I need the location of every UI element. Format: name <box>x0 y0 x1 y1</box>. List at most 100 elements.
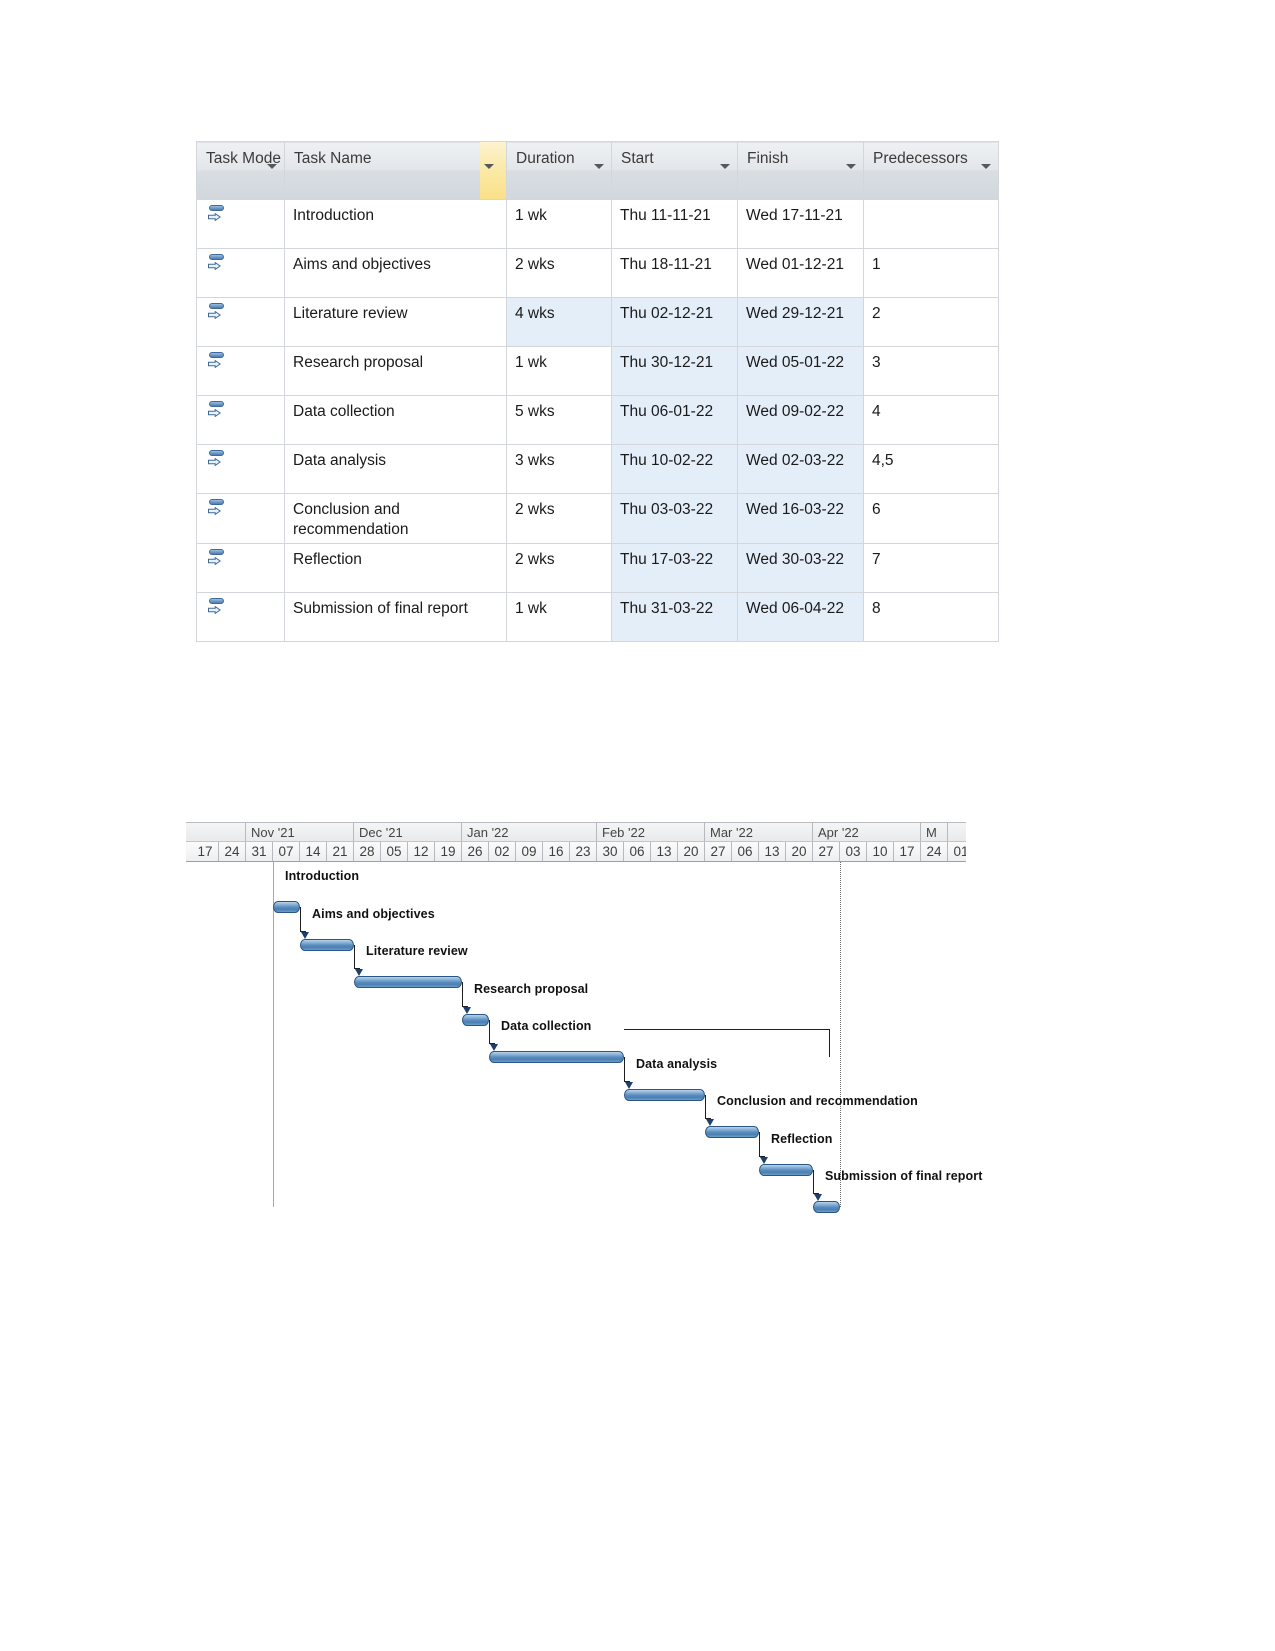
gantt-bar[interactable] <box>354 976 462 988</box>
cell-duration[interactable]: 2 wks <box>506 543 612 593</box>
chevron-down-icon[interactable] <box>594 164 604 169</box>
cell-duration[interactable]: 2 wks <box>506 493 612 544</box>
chevron-down-icon[interactable] <box>981 164 991 169</box>
table-row[interactable]: Data analysis 3 wks Thu 10-02-22 Wed 02-03-… <box>196 444 999 494</box>
cell-start[interactable]: Thu 30-12-21 <box>611 346 738 396</box>
cell-finish[interactable]: Wed 16-03-22 <box>737 493 864 544</box>
cell-finish[interactable]: Wed 17-11-21 <box>737 199 864 249</box>
cell-finish[interactable]: Wed 30-03-22 <box>737 543 864 593</box>
cell-predecessors[interactable] <box>863 199 999 249</box>
cell-start-text: Thu 18-11-21 <box>620 256 712 273</box>
cell-task-mode[interactable] <box>196 248 285 298</box>
table-row[interactable]: Reflection 2 wks Thu 17-03-22 Wed 30-03-22 7 <box>196 543 999 593</box>
cell-duration[interactable]: 4 wks <box>506 297 612 347</box>
cell-predecessors[interactable]: 4 <box>863 395 999 445</box>
cell-task-name[interactable]: Aims and objectives <box>284 248 507 298</box>
column-header-duration[interactable]: Duration <box>506 141 612 200</box>
cell-duration[interactable]: 3 wks <box>506 444 612 494</box>
table-row[interactable]: Literature review 4 wks Thu 02-12-21 Wed 29… <box>196 297 999 347</box>
gantt-bar[interactable] <box>462 1013 489 1026</box>
table-row[interactable]: Aims and objectives 2 wks Thu 18-11-21 Wed … <box>196 248 999 298</box>
cell-start-text: Thu 31-03-22 <box>620 600 714 617</box>
cell-task-name[interactable]: Conclusion and recommendation <box>284 493 507 544</box>
cell-task-mode[interactable] <box>196 395 285 445</box>
cell-predecessors[interactable]: 6 <box>863 493 999 544</box>
cell-task-mode[interactable] <box>196 199 285 249</box>
timeline-week-cell: 14 <box>300 842 327 861</box>
cell-start[interactable]: Thu 06-01-22 <box>611 395 738 445</box>
cell-task-mode[interactable] <box>196 346 285 396</box>
cell-finish[interactable]: Wed 02-03-22 <box>737 444 864 494</box>
cell-task-name[interactable]: Research proposal <box>284 346 507 396</box>
chevron-down-icon[interactable] <box>720 164 730 169</box>
column-header-task-mode[interactable]: Task Mode <box>196 141 285 200</box>
dependency-link <box>462 982 463 1006</box>
cell-task-name-text: Introduction <box>293 207 374 224</box>
cell-finish[interactable]: Wed 05-01-22 <box>737 346 864 396</box>
cell-predecessors[interactable]: 7 <box>863 543 999 593</box>
cell-predecessors[interactable]: 4,5 <box>863 444 999 494</box>
cell-predecessors-text: 2 <box>872 305 881 322</box>
gantt-bar-label: Aims and objectives <box>312 906 435 921</box>
timeline-week-cell: 24 <box>219 842 246 861</box>
cell-predecessors[interactable]: 3 <box>863 346 999 396</box>
cell-start[interactable]: Thu 18-11-21 <box>611 248 738 298</box>
column-header-predecessors[interactable]: Predecessors <box>863 141 999 200</box>
cell-task-mode[interactable] <box>196 592 285 642</box>
column-header-start[interactable]: Start <box>611 141 738 200</box>
gantt-bar[interactable] <box>300 938 354 951</box>
chevron-down-icon[interactable] <box>267 164 277 169</box>
cell-duration[interactable]: 2 wks <box>506 248 612 298</box>
cell-task-name[interactable]: Reflection <box>284 543 507 593</box>
cell-start[interactable]: Thu 11-11-21 <box>611 199 738 249</box>
cell-task-mode[interactable] <box>196 297 285 347</box>
gantt-bar[interactable] <box>705 1126 759 1138</box>
cell-predecessors[interactable]: 1 <box>863 248 999 298</box>
cell-task-mode[interactable] <box>196 543 285 593</box>
cell-duration[interactable]: 1 wk <box>506 199 612 249</box>
chevron-down-icon[interactable] <box>484 164 494 169</box>
cell-task-name[interactable]: Data collection <box>284 395 507 445</box>
gantt-bar[interactable] <box>489 1051 624 1063</box>
cell-start[interactable]: Thu 03-03-22 <box>611 493 738 544</box>
cell-finish[interactable]: Wed 09-02-22 <box>737 395 864 445</box>
cell-start[interactable]: Thu 02-12-21 <box>611 297 738 347</box>
gantt-bar[interactable] <box>273 901 300 913</box>
cell-duration[interactable]: 5 wks <box>506 395 612 445</box>
cell-start[interactable]: Thu 17-03-22 <box>611 543 738 593</box>
table-row[interactable]: Introduction 1 wk Thu 11-11-21 Wed 17-11-21 <box>196 199 999 249</box>
cell-task-mode[interactable] <box>196 493 285 544</box>
cell-finish-text: Wed 29-12-21 <box>746 305 844 322</box>
cell-finish[interactable]: Wed 29-12-21 <box>737 297 864 347</box>
gantt-bar-label: Introduction <box>285 869 360 883</box>
gantt-bar[interactable] <box>624 1088 705 1101</box>
cell-task-mode[interactable] <box>196 444 285 494</box>
cell-predecessors[interactable]: 8 <box>863 592 999 642</box>
cell-finish[interactable]: Wed 01-12-21 <box>737 248 864 298</box>
gantt-bar[interactable] <box>759 1163 813 1176</box>
cell-predecessors[interactable]: 2 <box>863 297 999 347</box>
cell-finish[interactable]: Wed 06-04-22 <box>737 592 864 642</box>
cell-duration[interactable]: 1 wk <box>506 346 612 396</box>
cell-start-text: Thu 03-03-22 <box>620 501 714 518</box>
column-header-task-name[interactable]: Task Name <box>284 141 507 200</box>
cell-finish-text: Wed 02-03-22 <box>746 452 844 469</box>
cell-duration-text: 5 wks <box>515 403 555 420</box>
cell-task-name[interactable]: Data analysis <box>284 444 507 494</box>
table-row[interactable]: Conclusion and recommendation 2 wks Thu 03… <box>196 493 999 544</box>
gantt-bar[interactable] <box>813 1201 840 1213</box>
cell-task-name[interactable]: Literature review <box>284 297 507 347</box>
column-header-finish[interactable]: Finish <box>737 141 864 200</box>
chevron-down-icon[interactable] <box>846 164 856 169</box>
cell-task-name[interactable]: Submission of final report <box>284 592 507 642</box>
cell-duration[interactable]: 1 wk <box>506 592 612 642</box>
manually-scheduled-icon <box>207 205 229 225</box>
cell-duration-text: 1 wk <box>515 600 547 617</box>
cell-predecessors-text <box>864 200 998 206</box>
table-row[interactable]: Research proposal 1 wk Thu 30-12-21 Wed 05-… <box>196 346 999 396</box>
table-row[interactable]: Data collection 5 wks Thu 06-01-22 Wed 09-0… <box>196 395 999 445</box>
cell-start[interactable]: Thu 10-02-22 <box>611 444 738 494</box>
table-row[interactable]: Submission of final report 1 wk Thu 31-03-… <box>196 592 999 642</box>
cell-task-name[interactable]: Introduction <box>284 199 507 249</box>
cell-start[interactable]: Thu 31-03-22 <box>611 592 738 642</box>
